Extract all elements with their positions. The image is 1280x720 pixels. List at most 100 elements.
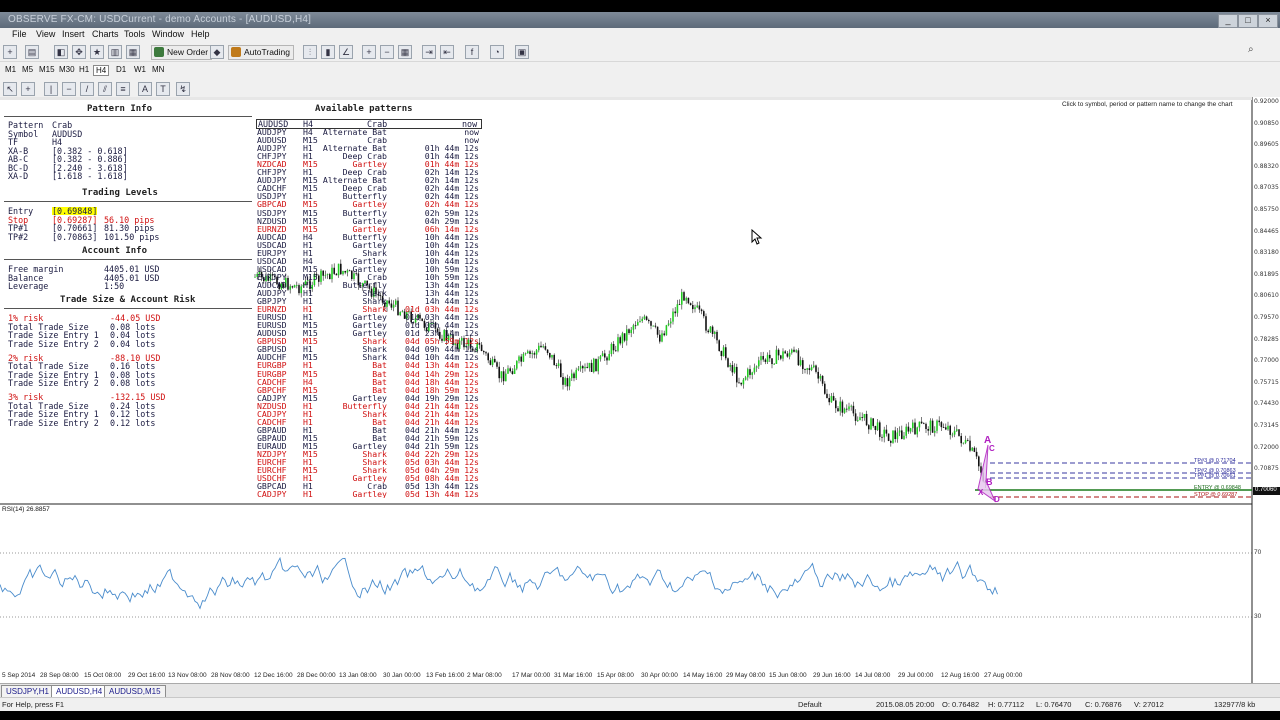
- candle-body: [722, 347, 725, 357]
- menu-insert[interactable]: Insert: [62, 29, 85, 39]
- candle-body: [608, 353, 610, 361]
- candle-body: [553, 354, 555, 366]
- tf-m15[interactable]: M15: [37, 65, 57, 74]
- menu-view[interactable]: View: [36, 29, 55, 39]
- zoom-in-icon[interactable]: +: [362, 45, 376, 59]
- tf-h1[interactable]: H1: [77, 65, 91, 74]
- tile-windows-icon[interactable]: ▦: [398, 45, 412, 59]
- periods-icon[interactable]: ◔: [490, 45, 504, 59]
- price-axis-label: 0.79570: [1254, 314, 1279, 321]
- price-axis-label: 0.73145: [1254, 422, 1279, 429]
- candle-body: [751, 372, 753, 375]
- trading-level-price: [0.69848]: [52, 206, 98, 216]
- candle-body: [736, 366, 738, 383]
- candle-body: [656, 326, 659, 335]
- candle-body: [964, 439, 967, 443]
- candle-body: [890, 440, 892, 443]
- pattern-info-header: Pattern Info: [87, 104, 153, 114]
- candle-body: [529, 351, 531, 354]
- line-chart-icon[interactable]: ∠: [339, 45, 353, 59]
- candle-body: [676, 304, 679, 314]
- chart-shift-icon[interactable]: ⇥: [422, 45, 436, 59]
- candlestick-icon[interactable]: ▮: [321, 45, 335, 59]
- indicators-icon[interactable]: f: [465, 45, 479, 59]
- text-label-icon[interactable]: T: [156, 82, 170, 96]
- autotrading-button[interactable]: AutoTrading: [228, 45, 294, 60]
- candle-body: [777, 349, 780, 356]
- tf-mn[interactable]: MN: [150, 65, 166, 74]
- search-icon[interactable]: ⌕: [1248, 44, 1254, 55]
- candle-body: [931, 420, 934, 433]
- time-axis-label: 30 Apr 00:00: [641, 672, 678, 679]
- menu-file[interactable]: File: [12, 29, 27, 39]
- candle-body: [502, 371, 505, 382]
- menu-window[interactable]: Window: [152, 29, 184, 39]
- candle-body: [665, 325, 668, 336]
- arrows-icon[interactable]: ↯: [176, 82, 190, 96]
- trendline-icon[interactable]: /: [80, 82, 94, 96]
- candle-body: [500, 371, 503, 379]
- candle-body: [762, 356, 764, 360]
- tf-w1[interactable]: W1: [132, 65, 148, 74]
- tf-m30[interactable]: M30: [57, 65, 77, 74]
- maximize-button[interactable]: □: [1238, 14, 1258, 28]
- tf-d1[interactable]: D1: [114, 65, 128, 74]
- divider: [4, 259, 252, 260]
- cursor-icon[interactable]: ↖: [3, 82, 17, 96]
- new-order-button[interactable]: New Order: [151, 45, 213, 60]
- time-axis-label: 29 May 08:00: [726, 672, 766, 679]
- candle-body: [806, 368, 808, 370]
- candle-body: [667, 323, 670, 326]
- tf-m5[interactable]: M5: [20, 65, 35, 74]
- zoom-out-icon[interactable]: −: [380, 45, 394, 59]
- new-chart-icon[interactable]: +: [3, 45, 17, 59]
- equidistant-channel-icon[interactable]: ⫽: [98, 82, 112, 96]
- strategy-tester-icon[interactable]: ▦: [126, 45, 140, 59]
- chart-window[interactable]: Click to symbol, period or pattern name …: [0, 97, 1280, 687]
- candle-body: [645, 316, 648, 320]
- trade-size-value: 0.12 lots: [110, 417, 156, 428]
- menu-tools[interactable]: Tools: [124, 29, 145, 39]
- rsi-level-70: 70: [1254, 549, 1262, 556]
- candle-body: [687, 297, 690, 304]
- text-icon[interactable]: A: [138, 82, 152, 96]
- trade-size-label: Trade Size Entry 1: [8, 409, 99, 419]
- templates-icon[interactable]: ▣: [515, 45, 529, 59]
- candle-body: [945, 427, 947, 430]
- candle-body: [509, 368, 511, 372]
- candle-body: [905, 426, 907, 436]
- minimize-button[interactable]: _: [1218, 14, 1238, 28]
- price-chart-canvas[interactable]: [0, 97, 1280, 687]
- account-info-key: Leverage: [8, 281, 49, 291]
- tf-h4[interactable]: H4: [93, 65, 110, 76]
- tf-m1[interactable]: M1: [3, 65, 18, 74]
- autoscroll-icon[interactable]: ⇤: [440, 45, 454, 59]
- vertical-line-icon[interactable]: |: [44, 82, 58, 96]
- available-patterns-list[interactable]: AUDJPY H4 Alternate Bat now AUDUSD M15 Crab now…: [257, 128, 481, 498]
- candle-body: [489, 360, 492, 365]
- candle-body: [674, 311, 676, 314]
- pattern-list-item[interactable]: CADJPY H1 Gartley 05d 13h 44m 12s: [257, 490, 481, 498]
- candle-body: [568, 378, 571, 387]
- fibonacci-icon[interactable]: ≡: [116, 82, 130, 96]
- data-window-icon[interactable]: ✥: [72, 45, 86, 59]
- navigator-icon[interactable]: ★: [90, 45, 104, 59]
- terminal-icon[interactable]: ▥: [108, 45, 122, 59]
- metaeditor-icon[interactable]: ◆: [210, 45, 224, 59]
- price-axis-label: 0.90850: [1254, 119, 1279, 127]
- price-axis-label: 0.85750: [1254, 206, 1279, 213]
- crosshair-icon[interactable]: +: [21, 82, 35, 96]
- candle-body: [936, 420, 938, 431]
- profiles-icon[interactable]: ▤: [25, 45, 39, 59]
- market-watch-icon[interactable]: ◧: [54, 45, 68, 59]
- status-help: For Help, press F1: [2, 700, 65, 709]
- bar-chart-icon[interactable]: ⫶: [303, 45, 317, 59]
- rsi-line: [0, 556, 998, 610]
- menu-charts[interactable]: Charts: [92, 29, 119, 39]
- price-axis-label: 0.88320: [1254, 162, 1279, 170]
- price-axis-label: 0.87035: [1254, 184, 1279, 192]
- close-button[interactable]: ×: [1258, 14, 1278, 28]
- menu-help[interactable]: Help: [191, 29, 210, 39]
- col-tf: H4: [303, 119, 314, 129]
- horizontal-line-icon[interactable]: −: [62, 82, 76, 96]
